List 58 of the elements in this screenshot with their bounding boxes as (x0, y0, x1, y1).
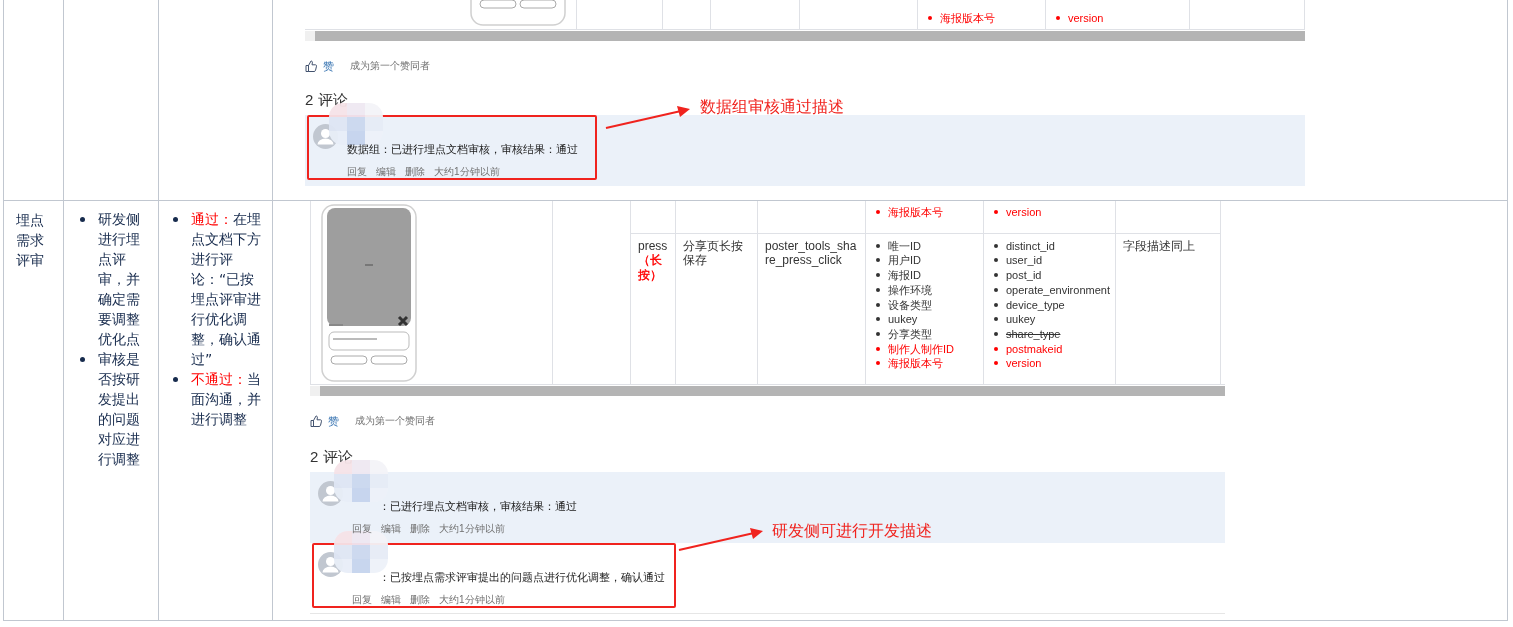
list-item: 通过：在埋点文档下方进行评论：“已按埋点评审进行优化调整，确认通过” (173, 209, 266, 369)
list-item: 审核是否按研发提出的问题对应进行调整 (80, 349, 148, 469)
list-item: 制作人制作ID (873, 341, 976, 357)
list-item: user_id (991, 253, 1108, 269)
comment-text: ：已按埋点需求评审提出的问题点进行优化调整，确认通过 (379, 570, 665, 584)
list-item: 海报版本号 (873, 205, 976, 220)
comment-action-link[interactable]: 编辑 (381, 590, 401, 610)
table-cell-text: 分享页长按保存 (683, 238, 744, 269)
comment-action-link[interactable]: 编辑 (381, 519, 401, 539)
annotation-label: 研发侧可进行开发描述 (772, 521, 932, 541)
list-item: operate_environment (991, 282, 1108, 298)
list-item: 用户ID (873, 253, 976, 269)
table-cell-text: poster_tools_share_press_click (765, 238, 858, 269)
list-item: share_type (991, 326, 1108, 342)
comment-action-link[interactable]: 回复 (352, 590, 372, 610)
list-item: 唯一ID (873, 238, 976, 254)
table-cell-text: 字段描述同上 (1123, 238, 1196, 254)
comment-action-link[interactable]: 删除 (410, 590, 430, 610)
scrollbar[interactable] (310, 386, 1225, 396)
comment-action-link[interactable]: 回复 (347, 162, 367, 182)
list-item: device_type (991, 297, 1108, 313)
scrollbar[interactable] (305, 31, 1305, 41)
list-item: uukey (873, 312, 976, 327)
comment-text: ：已进行埋点文档审核，审核结果：通过 (379, 499, 577, 513)
list-item: 研发侧进行埋点评审，并确定需要调整优化点 (80, 209, 148, 349)
comments-heading: 2 评论 (305, 91, 348, 109)
list-item: 海报版本号 (925, 11, 1038, 26)
like-link[interactable]: 赞 (323, 56, 334, 76)
comment-action-link[interactable]: 回复 (352, 519, 372, 539)
list-item: uukey (991, 312, 1108, 327)
comment-time: 大约1分钟以前 (439, 593, 505, 607)
list-item: 分享类型 (873, 326, 976, 342)
comment-time: 大约1分钟以前 (434, 165, 500, 179)
like-link[interactable]: 赞 (328, 411, 339, 431)
list-item: 海报版本号 (873, 356, 976, 371)
thumbs-up-icon[interactable] (305, 60, 317, 72)
comment-action-link[interactable]: 删除 (410, 519, 430, 539)
list-item: 设备类型 (873, 297, 976, 313)
thumbs-up-icon[interactable] (310, 415, 322, 427)
list-item: distinct_id (991, 238, 1108, 254)
comment-time: 大约1分钟以前 (439, 522, 505, 536)
annotation-label: 数据组审核通过描述 (700, 97, 844, 117)
list-item: 海报ID (873, 268, 976, 283)
like-note: 成为第一个赞同者 (350, 59, 430, 73)
like-note: 成为第一个赞同者 (355, 414, 435, 428)
list-item: postmakeid (991, 341, 1108, 357)
list-item: 操作环境 (873, 282, 976, 298)
comment-action-link[interactable]: 编辑 (376, 162, 396, 182)
stage-label: 埋点需求评审 (16, 211, 45, 270)
list-item: 不通过：当面沟通，并进行调整 (173, 369, 266, 429)
comments-heading: 2 评论 (310, 448, 353, 466)
list-item: version (991, 205, 1108, 220)
table-cell-text: press （长按） (638, 238, 668, 283)
list-item: version (991, 356, 1108, 371)
comment-text: 数据组：已进行埋点文档审核，审核结果：通过 (347, 142, 578, 156)
list-item: version (1053, 11, 1182, 26)
list-item: post_id (991, 268, 1108, 283)
comment-action-link[interactable]: 删除 (405, 162, 425, 182)
